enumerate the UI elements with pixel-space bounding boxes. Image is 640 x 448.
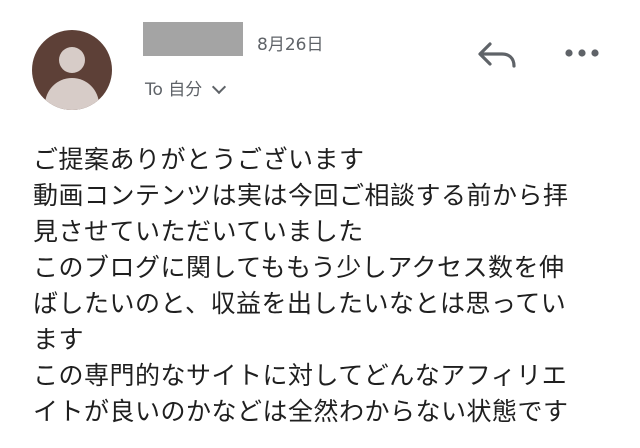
chevron-down-icon [212, 79, 227, 94]
body-line: ます [33, 325, 85, 354]
sender-name-redacted [143, 22, 243, 56]
avatar-body-shape [45, 78, 99, 110]
email-body: ご提案ありがとうございます 動画コンテンツは実は今回ご相談する前から拝 見させて… [33, 142, 633, 430]
email-date: 8月26日 [257, 35, 324, 55]
body-line: この専門的なサイトに対してどんなアフィリエ [33, 361, 568, 390]
reply-icon[interactable] [476, 36, 520, 72]
avatar[interactable] [32, 30, 112, 110]
body-line: イトが良いのかなどは全然わからない状態です [33, 397, 569, 426]
body-line: 動画コンテンツは実は今回ご相談する前から拝 [33, 181, 569, 210]
email-header: 8月26日 To 自分 [0, 0, 640, 130]
body-line: 見させていただいていました [33, 217, 364, 246]
body-line: このブログに関してももう少しアクセス数を伸 [33, 253, 565, 282]
body-line: ばしたいのと、収益を出したいなとは思ってい [33, 289, 567, 318]
avatar-head-shape [59, 47, 85, 73]
more-vert-icon[interactable] [562, 43, 602, 63]
recipient-toggle[interactable]: To 自分 [145, 75, 227, 100]
recipient-label: To 自分 [145, 80, 203, 100]
body-line: ご提案ありがとうございます [33, 145, 365, 174]
